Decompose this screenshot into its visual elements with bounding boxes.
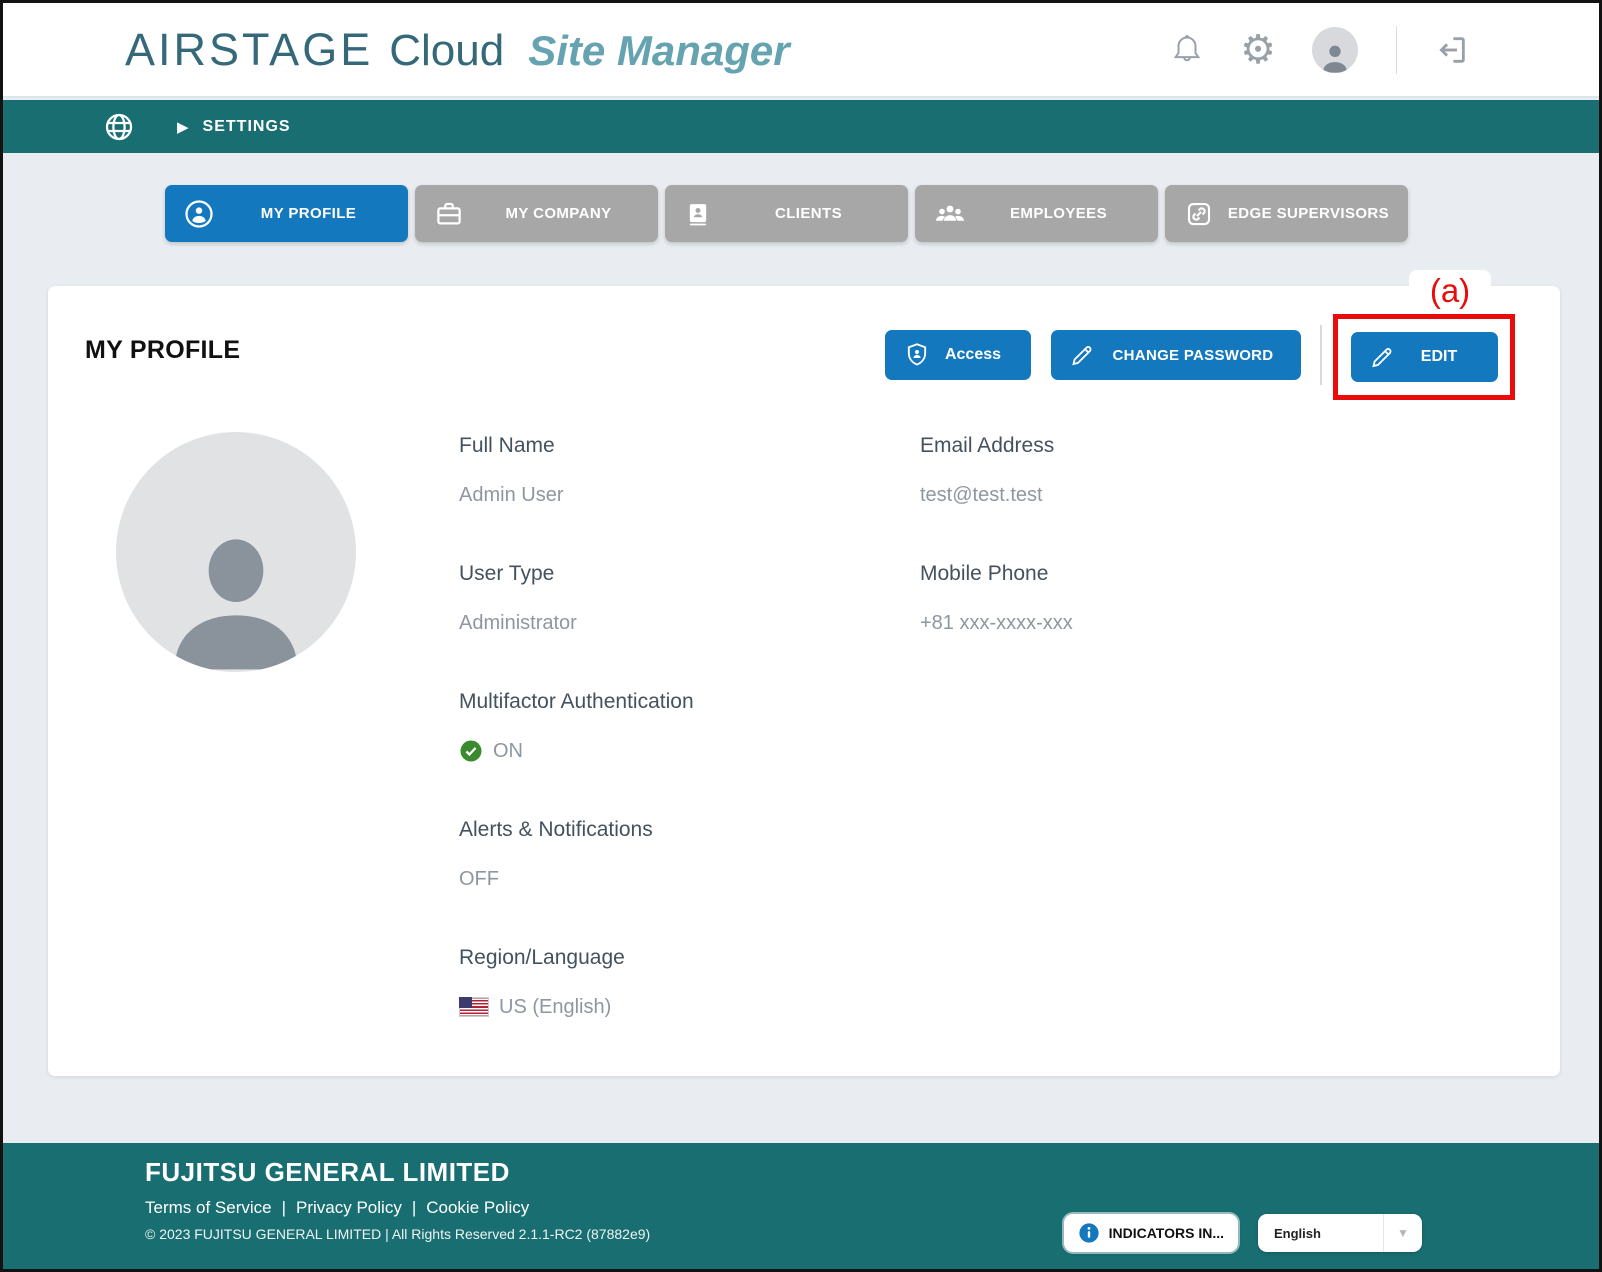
field-label: Full Name (459, 431, 694, 461)
field-value: Administrator (459, 609, 694, 637)
field-label: Email Address (920, 431, 1073, 461)
gear-icon[interactable]: ⚙ (1240, 30, 1276, 70)
field-value: test@test.test (920, 481, 1073, 509)
field-value: Admin User (459, 481, 694, 509)
tab-my-profile[interactable]: MY PROFILE (165, 185, 408, 242)
footer-actions: INDICATORS IN... English ▼ (1064, 1214, 1422, 1252)
annotation-a-label: (a) (1400, 272, 1500, 310)
globe-icon[interactable] (103, 111, 135, 143)
logout-icon[interactable] (1435, 33, 1469, 67)
tab-label: EMPLOYEES (1010, 205, 1107, 222)
bell-icon[interactable] (1170, 33, 1204, 67)
access-button-label: Access (945, 346, 1001, 364)
field-label: Multifactor Authentication (459, 687, 694, 717)
actions-divider (1320, 325, 1322, 385)
employees-tab-icon (934, 199, 966, 229)
field-label: Region/Language (459, 943, 694, 973)
field-alerts: Alerts & Notifications OFF (459, 815, 694, 893)
edge-supervisors-tab-icon (1184, 199, 1214, 229)
pencil-icon (1369, 344, 1396, 371)
app-window: AIRSTAGE Cloud Site Manager ⚙ (0, 0, 1602, 1272)
footer-link-privacy[interactable]: Privacy Policy (296, 1198, 402, 1218)
field-region-language: Region/Language US (English) (459, 943, 694, 1021)
logo-cloud-text: Cloud (389, 26, 504, 76)
profile-tab-icon (184, 199, 214, 229)
access-button[interactable]: Access (885, 330, 1031, 380)
clients-tab-icon (684, 200, 712, 228)
tab-label: MY PROFILE (261, 205, 356, 222)
company-tab-icon (434, 199, 464, 229)
access-shield-icon (903, 341, 931, 369)
fields-column-right: Email Address test@test.test Mobile Phon… (920, 431, 1073, 687)
footer-separator: | (282, 1198, 286, 1218)
field-value: ON (493, 737, 523, 765)
app-footer: FUJITSU GENERAL LIMITED Terms of Service… (3, 1143, 1599, 1269)
tab-employees[interactable]: EMPLOYEES (915, 185, 1158, 242)
field-mfa: Multifactor Authentication ON (459, 687, 694, 765)
tab-label: MY COMPANY (506, 205, 612, 222)
field-email: Email Address test@test.test (920, 431, 1073, 509)
breadcrumb-arrow-icon: ▶ (177, 118, 189, 136)
header-icon-group: ⚙ (1170, 26, 1469, 74)
header-divider (1396, 26, 1397, 74)
field-value: US (English) (499, 993, 611, 1021)
pencil-icon (1069, 342, 1096, 369)
tab-label: CLIENTS (775, 205, 842, 222)
change-password-button[interactable]: CHANGE PASSWORD (1051, 330, 1301, 380)
my-profile-card: (a) MY PROFILE Access CHANGE PASSWORD (48, 286, 1560, 1076)
tab-my-company[interactable]: MY COMPANY (415, 185, 658, 242)
field-value: +81 xxx-xxxx-xxx (920, 609, 1073, 637)
annotation-red-box: EDIT (1333, 314, 1515, 400)
logo-product-text: Site Manager (528, 27, 789, 75)
field-label: Alerts & Notifications (459, 815, 694, 845)
tab-edge-supervisors[interactable]: EDGE SUPERVISORS (1165, 185, 1408, 242)
edit-button[interactable]: EDIT (1351, 332, 1498, 382)
field-user-type: User Type Administrator (459, 559, 694, 637)
chevron-down-icon: ▼ (1383, 1214, 1422, 1252)
change-password-button-label: CHANGE PASSWORD (1113, 347, 1274, 364)
fields-column-left: Full Name Admin User User Type Administr… (459, 431, 694, 1071)
logo-brand-text: AIRSTAGE (125, 24, 373, 76)
info-icon (1078, 1222, 1100, 1244)
profile-avatar (116, 432, 356, 672)
app-header: AIRSTAGE Cloud Site Manager ⚙ (3, 3, 1599, 98)
indicators-info-button[interactable]: INDICATORS IN... (1064, 1214, 1238, 1252)
user-avatar-icon[interactable] (1312, 27, 1358, 73)
footer-company-name: FUJITSU GENERAL LIMITED (145, 1157, 1599, 1188)
footer-separator: | (412, 1198, 416, 1218)
field-mobile-phone: Mobile Phone +81 xxx-xxxx-xxx (920, 559, 1073, 637)
language-selected-value: English (1258, 1226, 1383, 1241)
tab-bar: MY PROFILE MY COMPANY CLIENTS (165, 185, 1408, 242)
field-value: OFF (459, 865, 694, 893)
edit-button-label: EDIT (1421, 348, 1457, 366)
us-flag-icon (459, 997, 489, 1017)
page-title: MY PROFILE (85, 336, 240, 365)
breadcrumb-settings[interactable]: SETTINGS (203, 118, 291, 136)
field-full-name: Full Name Admin User (459, 431, 694, 509)
breadcrumb-bar: ▶ SETTINGS (3, 100, 1599, 153)
footer-link-terms[interactable]: Terms of Service (145, 1198, 272, 1218)
indicators-button-label: INDICATORS IN... (1109, 1225, 1224, 1241)
app-logo: AIRSTAGE Cloud Site Manager (125, 24, 790, 76)
tab-clients[interactable]: CLIENTS (665, 185, 908, 242)
field-label: User Type (459, 559, 694, 589)
tab-label: EDGE SUPERVISORS (1228, 205, 1389, 222)
language-dropdown[interactable]: English ▼ (1258, 1214, 1422, 1252)
field-label: Mobile Phone (920, 559, 1073, 589)
check-circle-icon (459, 739, 483, 763)
footer-link-cookie[interactable]: Cookie Policy (426, 1198, 529, 1218)
